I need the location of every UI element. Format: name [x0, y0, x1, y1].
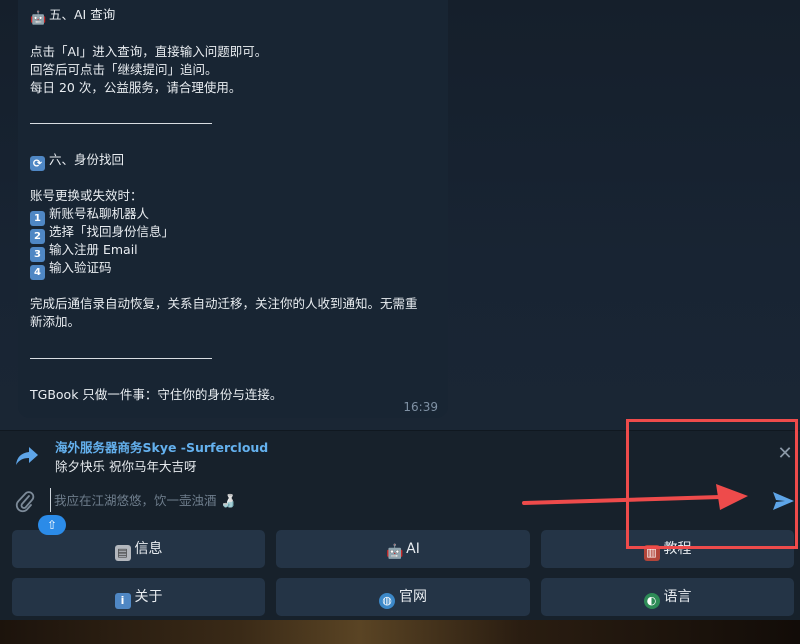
keyboard-button-ai[interactable]: 🤖 AI [276, 530, 530, 568]
keyboard-button-language[interactable]: ◐ 语言 [541, 578, 794, 616]
info-icon: i [114, 593, 131, 609]
wallpaper-strip [0, 620, 800, 644]
completion-line-1: 完成后通信录自动恢复，关系自动迁移，关注你的人收到通知。无需重 [30, 296, 418, 311]
closing-line: TGBook 只做一件事：守住你的身份与连接。 [30, 387, 283, 402]
robot-icon: 🤖 [30, 11, 47, 26]
section6-heading: ⟳ 六、身份找回 [30, 151, 124, 171]
chat-area: 🤖 五、AI 查询 点击「AI」进入查询，直接输入问题即可。 回答后可点击「继续提… [0, 0, 800, 430]
forward-arrow-icon [14, 444, 40, 468]
section5-line-1: 点击「AI」进入查询，直接输入问题即可。 [30, 44, 268, 59]
keycap-4-icon: 4 [30, 265, 45, 280]
scroll-up-badge[interactable]: ⇧ [38, 515, 66, 535]
divider [30, 358, 212, 359]
reply-text: 除夕快乐 祝你马年大吉呀 [55, 459, 197, 474]
message-input[interactable] [50, 488, 480, 512]
message-bubble: 🤖 五、AI 查询 点击「AI」进入查询，直接输入问题即可。 回答后可点击「继续提… [18, 0, 448, 418]
annotation-arrow [522, 484, 748, 510]
paperclip-icon[interactable] [14, 490, 36, 516]
divider [30, 123, 212, 124]
earth-icon: ◐ [643, 593, 660, 609]
robot-icon: 🤖 [386, 544, 404, 560]
globe-icon: ◍ [379, 593, 395, 609]
section5-line-3: 每日 20 次，公益服务，请合理使用。 [30, 80, 242, 95]
keyboard-button-about[interactable]: i 关于 [12, 578, 265, 616]
section6-intro: 账号更换或失效时： [30, 188, 143, 203]
refresh-icon: ⟳ [30, 156, 45, 171]
clipboard-icon: ▤ [114, 545, 131, 561]
keyboard-button-info[interactable]: ▤ 信息 [12, 530, 265, 568]
section5-line-2: 回答后可点击「继续提问」追问。 [30, 62, 218, 77]
step-4: 4 输入验证码 [30, 259, 112, 280]
keyboard-button-website[interactable]: ◍ 官网 [276, 578, 530, 616]
completion-line-2: 新添加。 [30, 314, 81, 329]
reply-title: 海外服务器商务Skye -Surfercloud [55, 440, 269, 455]
message-time: 16:39 [403, 400, 438, 414]
section5-heading: 🤖 五、AI 查询 [30, 7, 116, 26]
